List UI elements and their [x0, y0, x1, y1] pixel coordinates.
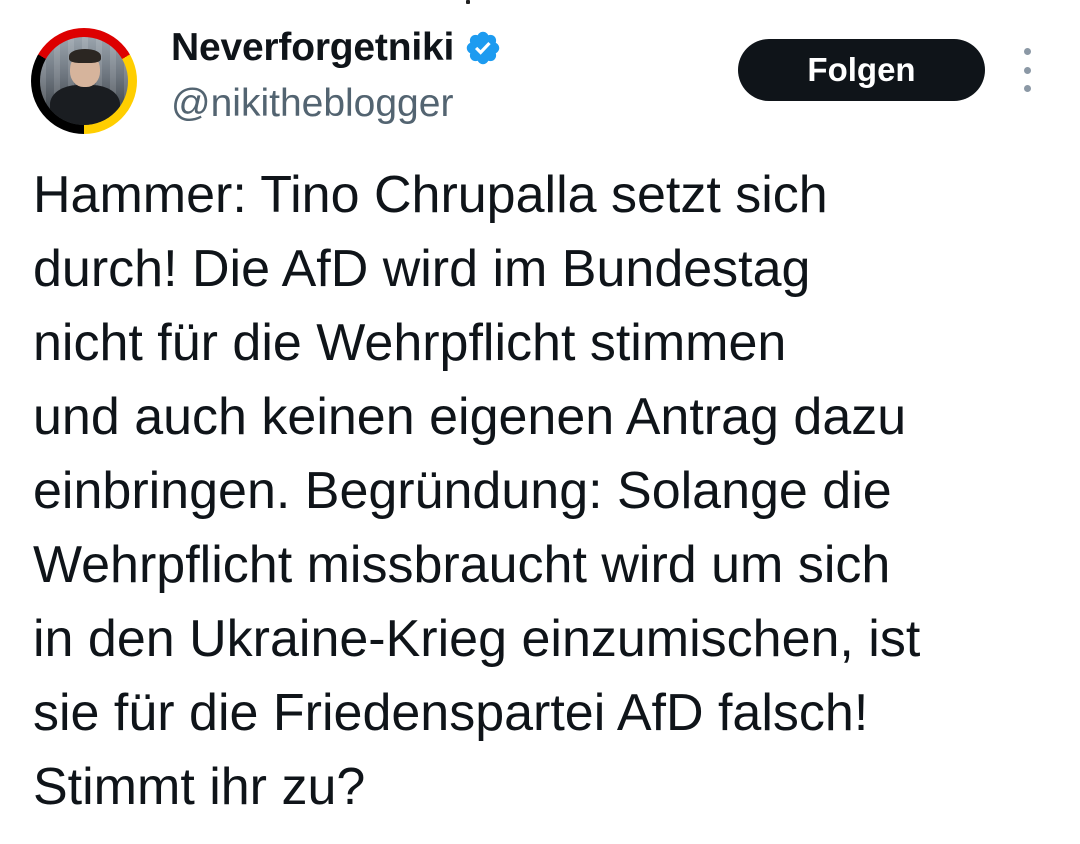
tweet-card: Neverforgetniki @nikitheblogger Folgen H… — [0, 0, 1080, 844]
author-name-row: Neverforgetniki — [171, 24, 502, 72]
author-display-name[interactable]: Neverforgetniki — [171, 26, 454, 70]
verified-badge-icon[interactable] — [464, 29, 502, 67]
avatar[interactable] — [31, 28, 137, 134]
author-handle[interactable]: @nikitheblogger — [171, 80, 453, 128]
tweet-text: Hammer: Tino Chrupalla setzt sich durch!… — [33, 166, 921, 816]
follow-button[interactable]: Folgen — [738, 39, 985, 101]
avatar-photo — [40, 37, 128, 125]
more-vertical-icon[interactable] — [1013, 48, 1041, 92]
cropped-content-fragment — [466, 0, 470, 4]
